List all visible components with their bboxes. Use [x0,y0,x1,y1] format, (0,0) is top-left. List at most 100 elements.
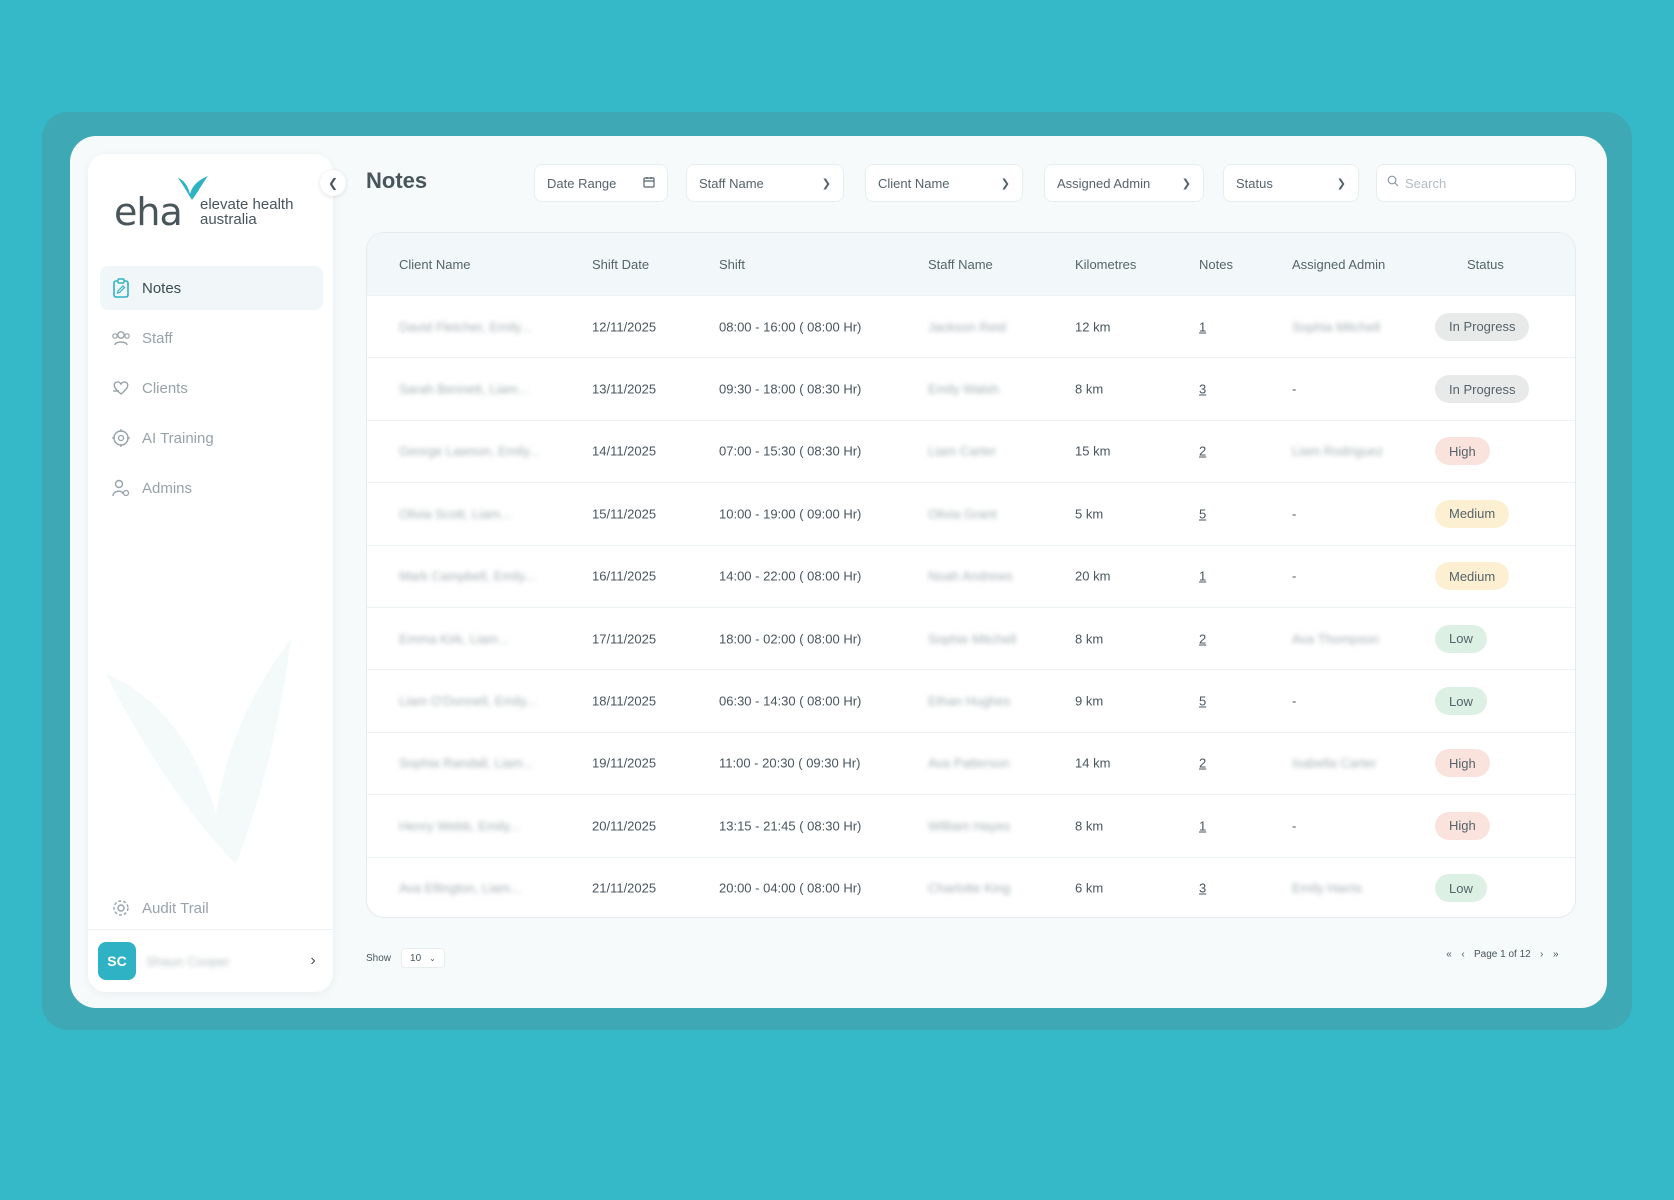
table-row[interactable]: Ava Ellington, Liam... 21/11/2025 20:00 - … [367,856,1575,917]
sidebar-item-label: Notes [142,279,182,297]
sidebar-item-admins[interactable]: Admins [100,466,323,510]
filter-label: Client Name [878,175,950,191]
staff-name-cell: Olivia Grant [928,506,997,522]
logo-subtext: australia [200,211,257,228]
status-badge: Low [1435,624,1487,653]
notes-count-link[interactable]: 2 [1199,756,1206,771]
notes-count-link[interactable]: 1 [1199,569,1206,584]
shift-cell: 20:00 - 04:00 ( 08:00 Hr) [719,880,862,896]
kilometres-cell: 20 km [1075,568,1111,584]
staff-name-cell: Charlotte King [928,880,1011,896]
shift-cell: 13:15 - 21:45 ( 08:30 Hr) [719,818,862,834]
kilometres-cell: 6 km [1075,880,1104,896]
shift-date-cell: 16/11/2025 [592,568,657,584]
kilometres-cell: 5 km [1075,506,1104,522]
next-page-icon[interactable]: › [1535,949,1549,960]
table-row[interactable]: Henry Webb, Emily... 20/11/2025 13:15 - 21… [367,794,1575,856]
column-header[interactable]: Assigned Admin [1292,257,1385,272]
collapse-sidebar-button[interactable]: ❮ [320,170,346,196]
column-header[interactable]: Staff Name [928,257,993,272]
page-size-select[interactable]: 10 ⌄ [401,948,445,968]
shift-date-cell: 20/11/2025 [592,818,657,834]
client-name-cell: Olivia Scott, Liam... [399,506,511,522]
user-profile[interactable]: SC Shaun Cooper › [98,939,323,983]
assigned-admin-cell: - [1292,568,1297,584]
table-row[interactable]: Sophia Randall, Liam... 19/11/2025 11:00 -… [367,731,1575,794]
status-filter[interactable]: Status ❯ [1223,164,1359,202]
shift-date-cell: 21/11/2025 [592,880,657,896]
table-row[interactable]: Olivia Scott, Liam... 15/11/2025 10:00 - 1… [367,482,1575,544]
sidebar-item-label: Admins [142,479,193,497]
sidebar-item-audit-trail[interactable]: Audit Trail [100,886,323,930]
status-badge: High [1435,811,1490,840]
first-page-icon[interactable]: « [1442,949,1456,960]
table-row[interactable]: Liam O'Donnell, Emily... 18/11/2025 06:30 … [367,669,1575,731]
sidebar-item-staff[interactable]: Staff [100,316,323,360]
assigned-admin-cell: - [1292,506,1297,522]
sidebar-item-notes[interactable]: Notes [100,266,323,310]
table-row[interactable]: Emma Kirk, Liam... 17/11/2025 18:00 - 02:0… [367,606,1575,669]
profile-name: Shaun Cooper [146,953,230,969]
page-size-value: 10 [410,952,422,964]
notes-count-link[interactable]: 1 [1199,818,1206,833]
sidebar-item-label: Clients [142,379,188,397]
sidebar-item-ai-training[interactable]: AI Training [100,416,323,460]
prev-page-icon[interactable]: ‹ [1456,949,1470,960]
chevron-right-icon[interactable]: › [303,952,323,970]
staff-name-filter[interactable]: Staff Name ❯ [686,164,844,202]
date-range-filter[interactable]: Date Range [534,164,668,202]
table-row[interactable]: Sarah Bennett, Liam... 13/11/2025 09:30 - … [367,357,1575,419]
column-header[interactable]: Shift Date [592,257,649,272]
client-name-cell: David Fletcher, Emily... [399,319,531,335]
filter-label: Staff Name [699,175,764,191]
shift-date-cell: 15/11/2025 [592,506,657,522]
notes-count-link[interactable]: 3 [1199,881,1206,896]
search-icon [1387,174,1399,192]
notes-count-link[interactable]: 1 [1199,319,1206,334]
staff-name-cell: Ava Patterson [928,755,1010,771]
search-input[interactable] [1405,175,1565,191]
status-badge: In Progress [1435,375,1530,404]
notes-table: Client Name Shift Date Shift Staff Name … [366,232,1576,918]
shift-date-cell: 17/11/2025 [592,631,657,647]
kilometres-cell: 15 km [1075,443,1111,459]
logo-mark: eha [114,190,183,234]
assigned-admin-cell: Sophia Mitchell [1292,319,1381,335]
column-header[interactable]: Shift [719,257,745,272]
staff-name-cell: Jackson Reid [928,319,1007,335]
table-row[interactable]: George Lawson, Emily... 14/11/2025 07:00 -… [367,419,1575,482]
last-page-icon[interactable]: » [1549,949,1563,960]
sidebar-item-clients[interactable]: Clients [100,366,323,410]
logo[interactable]: eha elevate health australia [114,172,314,234]
status-badge: In Progress [1435,312,1530,341]
chevron-left-icon: ❮ [327,176,339,190]
notes-count-link[interactable]: 2 [1199,444,1206,459]
assigned-admin-cell: - [1292,818,1297,834]
client-name-cell: Mark Campbell, Emily... [399,568,536,584]
status-badge: Medium [1435,499,1510,528]
notes-count-link[interactable]: 2 [1199,631,1206,646]
table-row[interactable]: Mark Campbell, Emily... 16/11/2025 14:00 -… [367,544,1575,607]
client-name-cell: Liam O'Donnell, Emily... [399,693,537,709]
column-header[interactable]: Kilometres [1075,257,1136,272]
shift-cell: 11:00 - 20:30 ( 09:30 Hr) [719,755,861,771]
column-header[interactable]: Notes [1199,257,1233,272]
column-header[interactable]: Client Name [399,257,471,272]
shift-cell: 09:30 - 18:00 ( 08:30 Hr) [719,381,862,397]
sidebar-nav: Notes Staff Clients AI Training Admins [100,266,323,516]
sidebar: eha elevate health australia Notes Staff [88,154,333,992]
column-header[interactable]: Status [1467,257,1504,272]
assigned-admin-filter[interactable]: Assigned Admin ❯ [1044,164,1204,202]
notes-count-link[interactable]: 3 [1199,382,1206,397]
search-box [1376,164,1576,202]
page-indicator: Page 1 of 12 [1474,949,1531,960]
notes-count-link[interactable]: 5 [1199,506,1206,521]
shift-date-cell: 19/11/2025 [592,755,657,771]
notes-count-link[interactable]: 5 [1199,694,1206,709]
staff-name-cell: Noah Andrews [928,568,1013,584]
client-name-filter[interactable]: Client Name ❯ [865,164,1023,202]
clipboard-icon [110,277,132,299]
chevron-down-icon: ❯ [1181,177,1191,190]
app-window: eha elevate health australia Notes Staff [70,136,1607,1008]
table-row[interactable]: David Fletcher, Emily... 12/11/2025 08:00 … [367,295,1575,357]
